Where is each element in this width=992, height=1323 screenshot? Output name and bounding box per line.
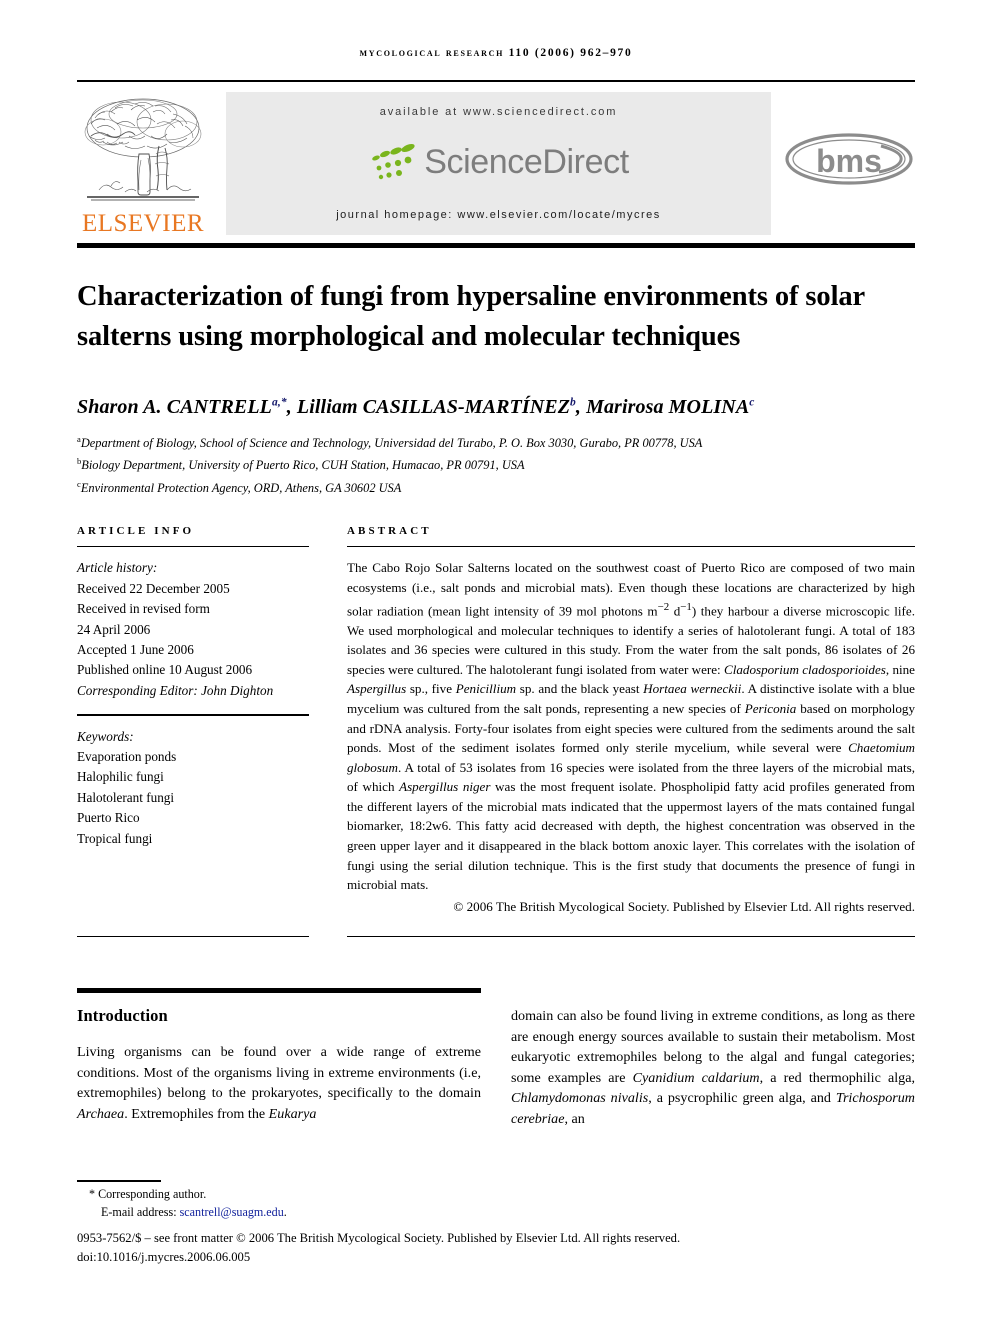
article-info-column: ARTICLE INFO Article history: Received 2… bbox=[77, 525, 309, 849]
history-line: Published online 10 August 2006 bbox=[77, 662, 253, 678]
footnote-rule bbox=[77, 1180, 161, 1182]
keywords-label: Keywords: bbox=[77, 728, 134, 744]
abstract-heading: ABSTRACT bbox=[347, 525, 432, 537]
footnote-block: * Corresponding author. E-mail address: … bbox=[77, 1186, 917, 1221]
masthead: ELSEVIER available at www.sciencedirect.… bbox=[77, 92, 915, 240]
keyword-item: Puerto Rico bbox=[77, 810, 140, 826]
running-head: Mycological Research 110 (2006) 962–970 bbox=[359, 47, 633, 59]
section-heading-introduction: Introduction bbox=[77, 1006, 168, 1025]
abstract-body: The Cabo Rojo Solar Salterns located on … bbox=[347, 560, 915, 893]
affiliation-text: Environmental Protection Agency, ORD, At… bbox=[80, 480, 402, 495]
affiliation-item: bBiology Department, University of Puert… bbox=[77, 452, 917, 474]
article-info-close-rule bbox=[77, 936, 309, 938]
keyword-item: Tropical fungi bbox=[77, 830, 153, 846]
journal-article-page: Mycological Research 110 (2006) 962–970 bbox=[0, 0, 992, 1323]
keyword-item: Evaporation ponds bbox=[77, 749, 177, 765]
introduction-paragraph-right: domain can also be found living in extre… bbox=[511, 1008, 915, 1127]
sciencedirect-wordmark: ScienceDirect bbox=[424, 142, 629, 181]
available-at-text: available at www.sciencedirect.com bbox=[379, 106, 618, 118]
keyword-item: Halophilic fungi bbox=[77, 769, 164, 785]
author-list: Sharon A. CANTRELLa,*, Lilliam CASILLAS-… bbox=[77, 396, 755, 418]
journal-homepage-text: journal homepage: www.elsevier.com/locat… bbox=[336, 209, 661, 221]
body-column-right: domain can also be found living in extre… bbox=[511, 1006, 915, 1130]
article-history: Article history: Received 22 December 20… bbox=[77, 558, 309, 701]
keywords-rule bbox=[77, 714, 309, 716]
email-trailing-period: . bbox=[283, 1204, 287, 1219]
body-column-left: Introduction Living organisms can be fou… bbox=[77, 1006, 481, 1124]
history-line: 24 April 2006 bbox=[77, 621, 151, 637]
email-note: E-mail address: scantrell@suagm.edu. bbox=[77, 1204, 917, 1222]
history-line: Received 22 December 2005 bbox=[77, 580, 230, 596]
elsevier-tree-icon bbox=[84, 98, 202, 201]
sciencedirect-band: available at www.sciencedirect.com Scien… bbox=[226, 92, 771, 235]
introduction-paragraph-left: Living organisms can be found over a wid… bbox=[77, 1044, 481, 1122]
affiliation-item: cEnvironmental Protection Agency, ORD, A… bbox=[77, 475, 917, 497]
article-info-rule bbox=[77, 546, 309, 548]
affiliation-item: aDepartment of Biology, School of Scienc… bbox=[77, 430, 917, 452]
abstract-close-rule bbox=[347, 936, 915, 938]
introduction-rule bbox=[77, 988, 481, 993]
keywords-block: Keywords: Evaporation ponds Halophilic f… bbox=[77, 727, 309, 849]
bms-wordmark: bms bbox=[816, 143, 882, 179]
abstract-copyright: © 2006 The British Mycological Society. … bbox=[453, 898, 915, 914]
legal-block: 0953-7562/$ – see front matter © 2006 Th… bbox=[77, 1229, 937, 1267]
sciencedirect-logo: ScienceDirect bbox=[226, 134, 771, 190]
sciencedirect-leaf-icon bbox=[372, 144, 415, 180]
elsevier-wordmark: ELSEVIER bbox=[81, 210, 205, 237]
article-info-heading: ARTICLE INFO bbox=[77, 525, 195, 537]
keyword-item: Halotolerant fungi bbox=[77, 789, 175, 805]
history-line: Received in revised form bbox=[77, 601, 210, 617]
front-matter-line: 0953-7562/$ – see front matter © 2006 Th… bbox=[77, 1231, 681, 1245]
elsevier-logo: ELSEVIER bbox=[77, 92, 209, 240]
article-history-label: Article history: bbox=[77, 560, 158, 576]
bms-society-logo: bms bbox=[785, 133, 913, 185]
email-link[interactable]: scantrell@suagm.edu bbox=[180, 1205, 284, 1219]
affiliation-text: Department of Biology, School of Science… bbox=[80, 436, 703, 451]
corresponding-editor: Corresponding Editor: John Dighton bbox=[77, 682, 274, 698]
affiliation-list: aDepartment of Biology, School of Scienc… bbox=[77, 430, 917, 497]
page-title: Characterization of fungi from hypersali… bbox=[77, 281, 865, 353]
header-rule bbox=[77, 80, 915, 82]
history-line: Accepted 1 June 2006 bbox=[77, 642, 194, 658]
corresponding-author-note: * Corresponding author. bbox=[89, 1187, 207, 1201]
abstract-column: ABSTRACT The Cabo Rojo Solar Salterns lo… bbox=[347, 525, 915, 916]
title-rule bbox=[77, 243, 915, 248]
email-label: E-mail address: bbox=[101, 1204, 177, 1219]
affiliation-text: Biology Department, University of Puerto… bbox=[81, 458, 525, 473]
abstract-rule bbox=[347, 546, 915, 548]
doi-line: doi:10.1016/j.mycres.2006.06.005 bbox=[77, 1250, 251, 1264]
